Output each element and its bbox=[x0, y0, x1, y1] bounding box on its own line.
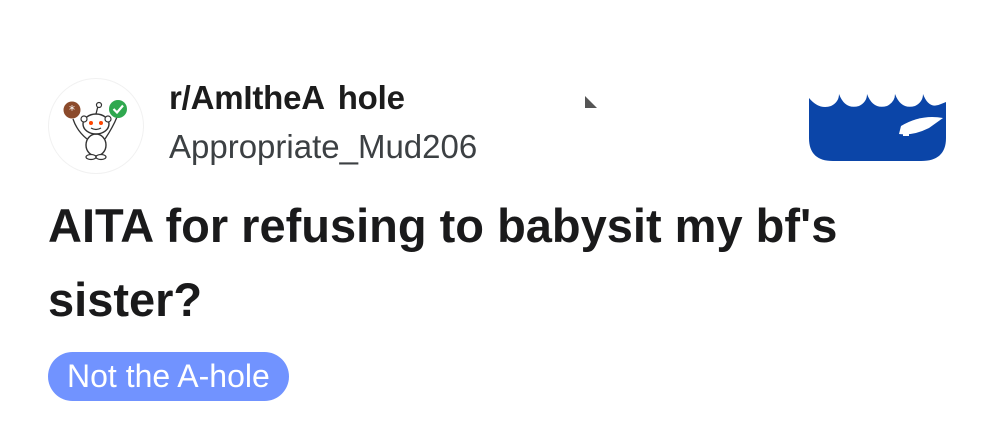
snoo-avatar-icon: * bbox=[63, 100, 127, 161]
author-username[interactable]: Appropriate_Mud206 bbox=[169, 128, 477, 166]
post-flair-badge[interactable]: Not the A-hole bbox=[48, 352, 289, 401]
post-title[interactable]: AITA for refusing to babysit my bf's sis… bbox=[48, 189, 948, 337]
redaction-mark bbox=[585, 96, 597, 108]
subreddit-name[interactable]: r/AmItheA hole bbox=[169, 79, 405, 117]
subreddit-avatar[interactable]: * bbox=[49, 79, 143, 173]
wave-logo-icon bbox=[809, 94, 946, 161]
svg-text:*: * bbox=[69, 103, 75, 117]
